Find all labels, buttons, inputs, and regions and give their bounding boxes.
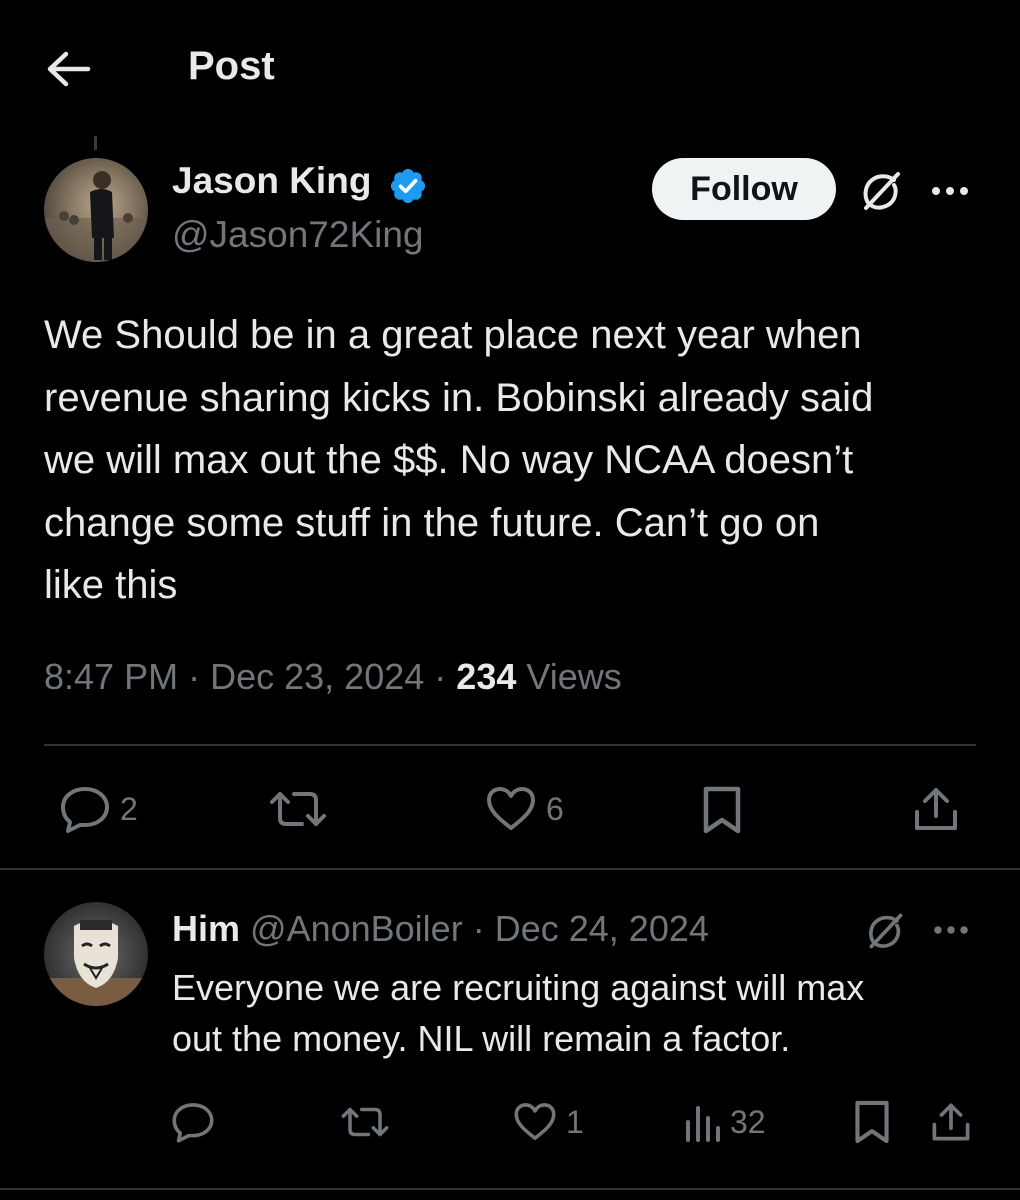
reply-avatar[interactable]: [44, 902, 148, 1006]
reply-bookmark-button[interactable]: [852, 1098, 892, 1146]
heart-icon: [514, 1103, 556, 1140]
repost-icon: [341, 1107, 389, 1137]
author-name[interactable]: Jason King: [172, 160, 371, 202]
bookmark-icon: [855, 1100, 889, 1144]
share-button[interactable]: [912, 784, 960, 834]
comment-icon: [172, 1103, 214, 1143]
share-icon: [932, 1103, 970, 1141]
divider: [0, 1188, 1020, 1190]
meta-separator: ·: [188, 656, 201, 697]
mask-icon: [44, 920, 148, 1006]
share-icon: [915, 788, 957, 830]
reply-author-handle[interactable]: @AnonBoiler: [250, 908, 463, 949]
like-count: 6: [546, 790, 564, 827]
reply-button[interactable]: 2: [58, 784, 138, 834]
bookmark-icon: [703, 786, 741, 834]
reply-header: Him @AnonBoiler · Dec 24, 2024: [172, 908, 709, 950]
post-date[interactable]: Dec 23, 2024: [210, 656, 424, 697]
reply-like-count: 1: [566, 1103, 584, 1140]
grok-icon[interactable]: [858, 168, 904, 214]
reply-repost-button[interactable]: [340, 1100, 390, 1144]
thread-connector: [94, 136, 97, 150]
bookmark-button[interactable]: [700, 784, 744, 836]
avatar[interactable]: [44, 158, 148, 262]
reply-count: 2: [120, 790, 138, 827]
repost-button[interactable]: [268, 784, 328, 834]
post-text: We Should be in a great place next year …: [44, 313, 874, 607]
divider: [0, 868, 1020, 870]
views-label: Views: [526, 656, 622, 697]
post-meta: 8:47 PM · Dec 23, 2024 · 234 Views: [44, 656, 622, 698]
reply-reply-button[interactable]: [170, 1100, 216, 1144]
views-count: 234: [456, 656, 517, 697]
reply-views-count: 32: [730, 1103, 766, 1140]
reply-like-button[interactable]: 1: [512, 1100, 584, 1144]
like-button[interactable]: 6: [484, 784, 564, 834]
reply-text: Everyone we are recruiting against will …: [172, 967, 865, 1059]
comment-icon: [61, 787, 109, 833]
more-options-icon[interactable]: [930, 916, 972, 944]
reply-author-name[interactable]: Him: [172, 908, 240, 949]
arrow-left-icon: [47, 51, 91, 87]
repost-icon: [270, 792, 326, 826]
follow-button[interactable]: Follow: [652, 158, 836, 220]
heart-icon: [487, 787, 535, 830]
reply-date[interactable]: Dec 24, 2024: [495, 908, 709, 949]
verified-badge-icon: [388, 166, 428, 206]
reply-share-button[interactable]: [930, 1100, 972, 1144]
reply-views-button[interactable]: 32: [682, 1100, 766, 1144]
divider: [44, 744, 976, 746]
person-silhouette-icon: [44, 171, 148, 262]
back-button[interactable]: [44, 46, 94, 92]
page-title: Post: [188, 44, 275, 88]
post-time[interactable]: 8:47 PM: [44, 656, 178, 697]
more-options-icon[interactable]: [928, 176, 972, 206]
analytics-icon: [686, 1106, 720, 1142]
meta-separator: ·: [472, 908, 485, 949]
grok-icon[interactable]: [864, 910, 906, 952]
author-handle[interactable]: @Jason72King: [172, 214, 424, 256]
meta-separator: ·: [434, 656, 447, 697]
